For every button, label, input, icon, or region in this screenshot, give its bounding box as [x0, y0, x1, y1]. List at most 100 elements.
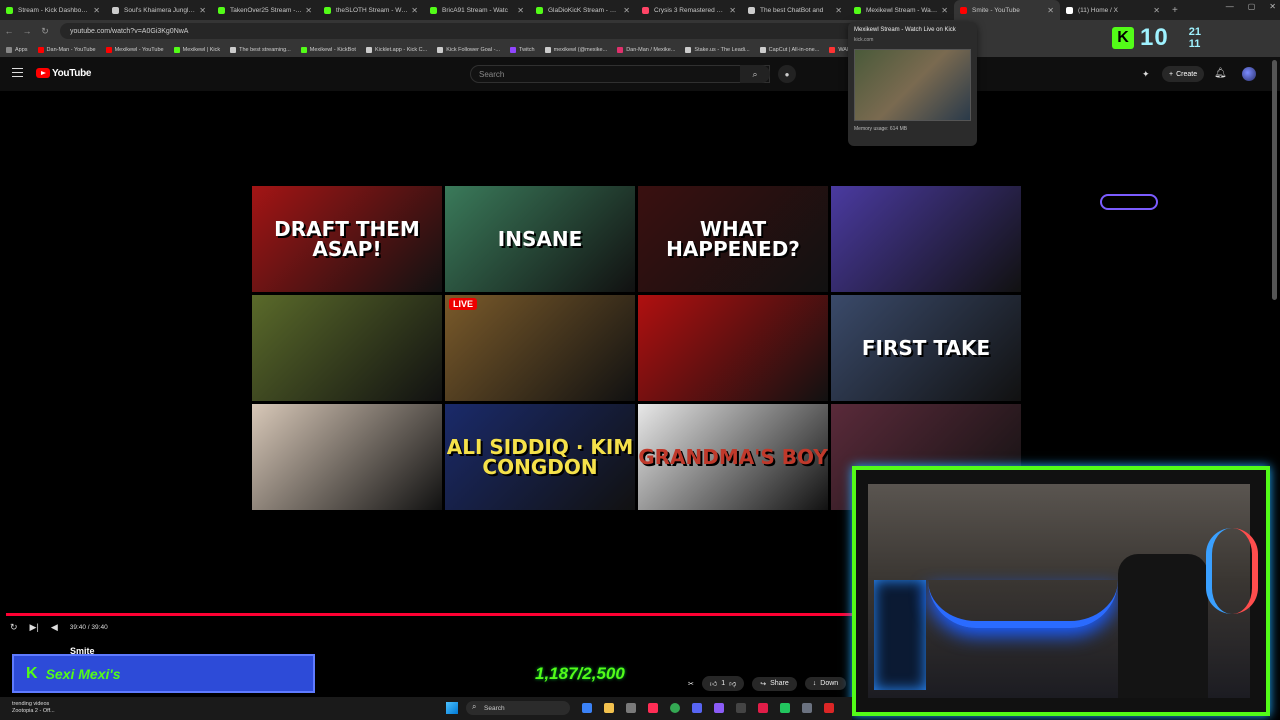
- browser-tab[interactable]: The best ChatBot and ✕: [742, 0, 848, 20]
- thumbnail-text: FIRST TAKE: [861, 336, 991, 360]
- voice-search-button[interactable]: ●: [778, 65, 796, 83]
- bookmark-item[interactable]: The best streaming...: [230, 46, 291, 53]
- taskbar-search[interactable]: Search: [466, 701, 570, 715]
- bookmark-item[interactable]: Kick Follower Goal -...: [437, 46, 500, 53]
- windows-start-icon[interactable]: [446, 702, 458, 714]
- download-button[interactable]: ↓ Down: [804, 677, 847, 690]
- tab-close-icon[interactable]: ✕: [411, 6, 418, 15]
- favicon-icon: [1066, 6, 1073, 14]
- search-icon: ⌕: [752, 68, 758, 79]
- app-icon[interactable]: [824, 703, 834, 713]
- tab-close-icon[interactable]: ✕: [93, 6, 100, 15]
- browser-tab[interactable]: GlaDioKicK Stream - Watc ✕: [530, 0, 636, 20]
- browser-tab[interactable]: BricA91 Stream - Watc ✕: [424, 0, 530, 20]
- youtube-brand[interactable]: YouTube: [52, 68, 92, 79]
- scrollbar[interactable]: [1272, 60, 1277, 300]
- goal-banner: K Sexi Mexi's: [12, 654, 315, 693]
- stat-bottom: 11: [1188, 38, 1201, 50]
- bookmark-item[interactable]: mexikewl (@mexike...: [544, 46, 607, 53]
- browser-tab[interactable]: Soul's Khaimera Jungler - ✕: [106, 0, 212, 20]
- thumbs-down-icon[interactable]: 👎︎: [729, 679, 736, 688]
- obs-icon[interactable]: [714, 703, 724, 713]
- widget-note[interactable]: trending videos Zootopia 2 - Off...: [12, 701, 55, 714]
- thumbnail-text: INSANE: [497, 227, 583, 251]
- back-icon[interactable]: ←: [0, 26, 18, 36]
- minimize-icon[interactable]: —: [1226, 2, 1234, 11]
- browser-tab[interactable]: TakenOver25 Stream - Wa ✕: [212, 0, 318, 20]
- time-display: 39:40 / 39:40: [69, 623, 108, 631]
- bookmark-item[interactable]: Mexikewl - KickBot: [300, 46, 356, 53]
- music-icon[interactable]: [648, 703, 658, 713]
- tab-close-icon[interactable]: ✕: [517, 6, 524, 15]
- browser-tab[interactable]: Stream - Kick Dashboard ✕: [0, 0, 106, 20]
- video-thumbnail[interactable]: FIRST TAKE: [831, 295, 1021, 401]
- url-input[interactable]: youtube.com/watch?v=A0Gi3Kg0NwA: [60, 23, 880, 39]
- video-thumbnail[interactable]: [252, 295, 442, 401]
- discord-icon[interactable]: [692, 703, 702, 713]
- maximize-icon[interactable]: ▢: [1248, 2, 1256, 11]
- clip-icon[interactable]: ✂: [688, 680, 694, 688]
- video-thumbnail[interactable]: GRANDMA'S BOY: [638, 404, 828, 510]
- avatar[interactable]: [1242, 67, 1256, 81]
- video-thumbnail[interactable]: ALI SIDDIQ · KIM CONGDON: [445, 404, 635, 510]
- app-icon[interactable]: [802, 703, 812, 713]
- tab-close-icon[interactable]: ✕: [729, 6, 736, 15]
- video-thumbnail[interactable]: WHAT HAPPENED?: [638, 186, 828, 292]
- tab-close-icon[interactable]: ✕: [835, 6, 842, 15]
- forward-icon[interactable]: →: [18, 26, 36, 36]
- video-thumbnail[interactable]: [638, 295, 828, 401]
- tab-close-icon[interactable]: ✕: [199, 6, 206, 15]
- video-thumbnail[interactable]: [831, 186, 1021, 292]
- bookmark-item[interactable]: Twitch: [510, 46, 535, 53]
- browser-tab[interactable]: theSLOTH Stream - Watch ✕: [318, 0, 424, 20]
- bookmark-item[interactable]: CapCut | All-in-one...: [759, 46, 819, 53]
- create-button[interactable]: + Create: [1162, 66, 1205, 82]
- tab-close-icon[interactable]: ✕: [623, 6, 630, 15]
- tab-close-icon[interactable]: ✕: [941, 6, 948, 15]
- browser-tab[interactable]: Crysis 3 Remastered Post- ✕: [636, 0, 742, 20]
- youtube-logo-icon[interactable]: [36, 68, 50, 78]
- bookmark-item[interactable]: Stake.us - The Leadi...: [685, 46, 750, 53]
- progress-fill: [6, 613, 854, 616]
- cast-icon[interactable]: ✦: [1142, 69, 1150, 80]
- notifications-bell-icon[interactable]: 🔔︎: [1214, 68, 1227, 79]
- video-thumbnail[interactable]: INSANE: [445, 186, 635, 292]
- browser-tab[interactable]: (11) Home / X ✕: [1060, 0, 1166, 20]
- reload-icon[interactable]: ↻: [36, 26, 54, 37]
- bookmark-item[interactable]: Apps: [6, 46, 28, 53]
- new-tab-button[interactable]: +: [1172, 5, 1178, 16]
- bookmark-item[interactable]: Dan-Man / Mexike...: [617, 46, 675, 53]
- chrome-icon[interactable]: [670, 703, 680, 713]
- menu-icon[interactable]: [12, 68, 23, 77]
- bookmark-item[interactable]: Mexikewl - YouTube: [105, 46, 164, 53]
- tab-close-icon[interactable]: ✕: [1153, 6, 1160, 15]
- volume-icon[interactable]: ◀︎: [51, 622, 58, 633]
- replay-icon[interactable]: ↻: [10, 622, 18, 633]
- like-button[interactable]: 👍︎ 1 👎︎: [701, 676, 745, 691]
- store-icon[interactable]: [626, 703, 636, 713]
- next-icon[interactable]: ▶|: [30, 622, 39, 633]
- app-icon[interactable]: [780, 703, 790, 713]
- bookmark-item[interactable]: Dan-Man - YouTube: [37, 46, 96, 53]
- video-thumbnail[interactable]: DRAFT THEM ASAP!: [252, 186, 442, 292]
- video-thumbnail[interactable]: [252, 404, 442, 510]
- bookmark-item[interactable]: Kicklet.app - Kick C...: [365, 46, 427, 53]
- close-icon[interactable]: ✕: [1269, 2, 1276, 11]
- bookmark-item[interactable]: Mexikewl | Kick: [173, 46, 220, 53]
- search-input[interactable]: Search: [470, 65, 770, 83]
- share-button[interactable]: ↪ Share: [752, 676, 797, 691]
- app-icon[interactable]: [736, 703, 746, 713]
- tab-label: TakenOver25 Stream - Wa: [230, 6, 303, 14]
- app-icon[interactable]: [758, 703, 768, 713]
- video-thumbnail[interactable]: LIVE: [445, 295, 635, 401]
- video-progress-bar[interactable]: [6, 613, 854, 616]
- file-explorer-icon[interactable]: [604, 703, 614, 713]
- browser-tab[interactable]: Mexikewl Stream - Watch ✕: [848, 0, 954, 20]
- tab-close-icon[interactable]: ✕: [1047, 6, 1054, 15]
- edge-icon[interactable]: [582, 703, 592, 713]
- browser-tab[interactable]: Smite - YouTube ✕: [954, 0, 1060, 20]
- bookmark-icon: [685, 46, 692, 53]
- search-button[interactable]: ⌕: [740, 65, 770, 83]
- tab-close-icon[interactable]: ✕: [305, 6, 312, 15]
- stat-top: 21: [1188, 25, 1201, 38]
